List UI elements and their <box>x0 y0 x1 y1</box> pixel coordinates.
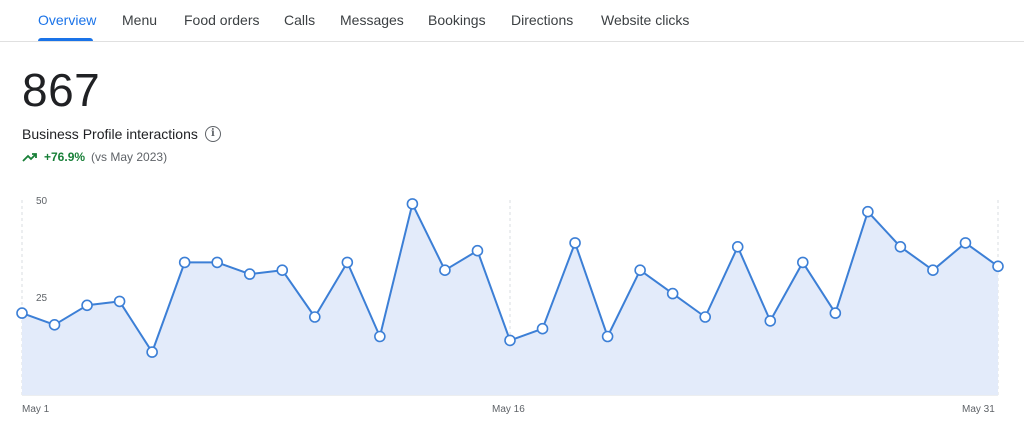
data-point-26 <box>829 307 842 319</box>
data-point-28 <box>894 241 907 253</box>
data-point-10 <box>308 311 321 323</box>
data-point-3 <box>81 299 93 312</box>
data-point-23 <box>731 241 744 253</box>
data-point-7 <box>211 256 223 269</box>
data-point-18 <box>569 237 581 249</box>
data-point-27 <box>862 205 874 218</box>
data-point-14 <box>439 264 451 277</box>
data-point-11 <box>341 256 354 269</box>
data-point-20 <box>634 264 646 277</box>
data-point-4 <box>113 295 126 308</box>
data-point-12 <box>374 330 386 343</box>
data-point-29 <box>927 264 939 277</box>
data-point-24 <box>764 315 777 327</box>
data-point-31 <box>992 260 1004 273</box>
data-point-6 <box>178 256 191 269</box>
data-point-1 <box>16 307 28 319</box>
data-point-5 <box>146 346 158 358</box>
data-point-9 <box>276 264 289 277</box>
data-point-21 <box>666 287 679 300</box>
data-point-17 <box>536 322 549 335</box>
data-point-25 <box>796 256 809 269</box>
data-point-8 <box>243 268 256 280</box>
data-point-30 <box>959 237 972 249</box>
data-point-22 <box>699 311 712 323</box>
data-point-19 <box>601 330 614 343</box>
data-point-16 <box>504 334 516 347</box>
interactions-chart <box>16 198 1004 396</box>
data-point-2 <box>48 318 61 331</box>
data-point-13 <box>406 198 419 210</box>
data-point-15 <box>471 244 484 257</box>
